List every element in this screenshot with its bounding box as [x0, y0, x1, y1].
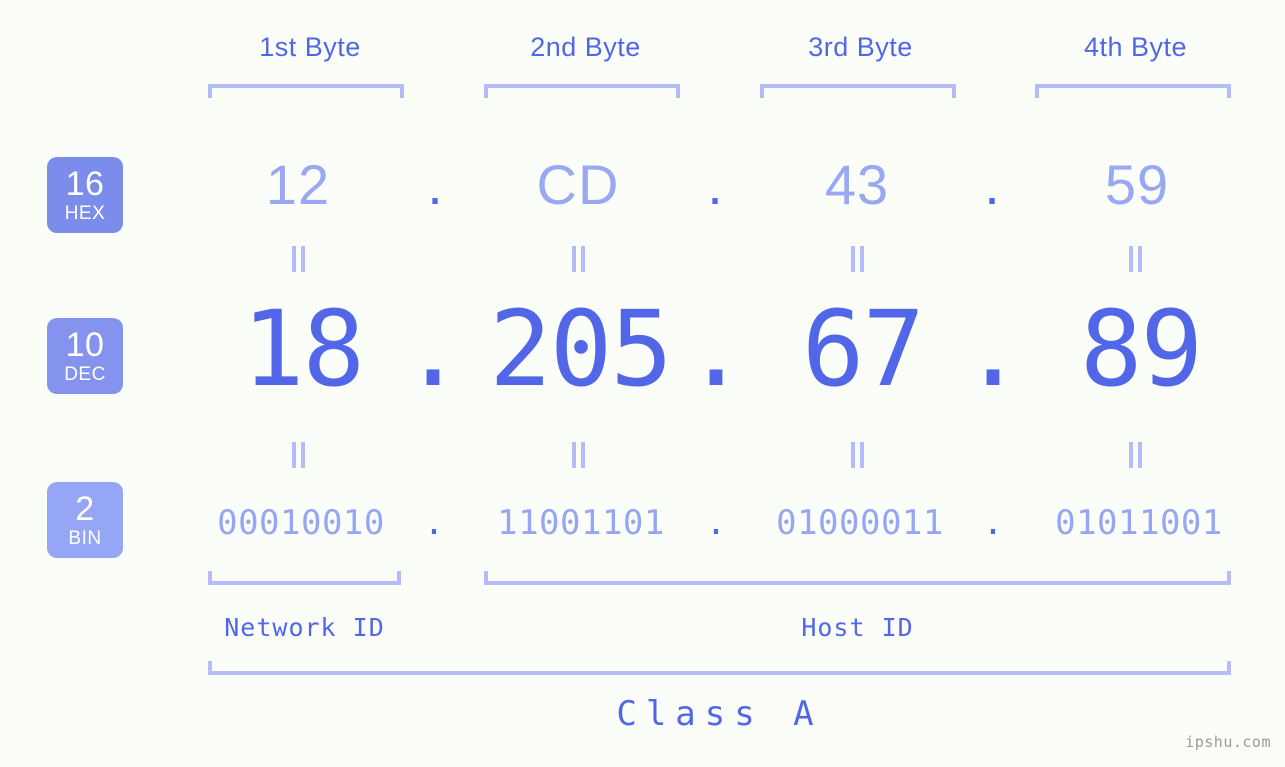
hex-octet-1: 12	[265, 153, 331, 216]
byte-bracket-4	[1035, 84, 1231, 98]
equals-icon-dec-bin-1	[291, 442, 307, 468]
dec-octet-1: 18	[241, 288, 365, 410]
radix-badge-dec-label: DEC	[64, 364, 106, 385]
dec-separator-3: .	[961, 288, 1025, 410]
host-id-bracket	[484, 571, 1231, 585]
radix-badge-hex-label: HEX	[64, 203, 106, 224]
byte-header-2: 2nd Byte	[530, 32, 641, 62]
equals-icon-hex-dec-4	[1128, 246, 1144, 272]
hex-separator-3: .	[984, 153, 1000, 216]
equals-icon-hex-dec-1	[291, 246, 307, 272]
byte-header-1: 1st Byte	[259, 32, 361, 62]
class-bracket	[208, 661, 1231, 675]
dec-octet-2: 205	[489, 288, 673, 410]
dec-separator-1: .	[401, 288, 465, 410]
hex-octet-2: CD	[536, 153, 620, 216]
hex-separator-2: .	[707, 153, 723, 216]
equals-icon-dec-bin-3	[850, 442, 866, 468]
byte-bracket-2	[484, 84, 680, 98]
radix-badge-dec: 10 DEC	[47, 318, 123, 394]
byte-bracket-1	[208, 84, 404, 98]
radix-badge-dec-number: 10	[65, 326, 105, 364]
hex-octet-4: 59	[1104, 153, 1170, 216]
site-watermark: ipshu.com	[1185, 733, 1271, 751]
equals-icon-hex-dec-3	[850, 246, 866, 272]
hex-separator-1: .	[427, 153, 443, 216]
bin-separator-1: .	[423, 503, 445, 543]
equals-icon-hex-dec-2	[571, 246, 587, 272]
network-id-bracket	[208, 571, 401, 585]
radix-badge-bin: 2 BIN	[47, 482, 123, 558]
dec-octet-4: 89	[1079, 288, 1203, 410]
bin-octet-3: 01000011	[776, 503, 944, 543]
byte-header-4: 4th Byte	[1083, 32, 1188, 62]
class-label: Class A	[616, 694, 823, 734]
bin-separator-2: .	[705, 503, 727, 543]
radix-badge-bin-label: BIN	[68, 528, 102, 549]
bin-octet-4: 01011001	[1055, 503, 1223, 543]
bin-separator-3: .	[982, 503, 1004, 543]
hex-octet-3: 43	[824, 153, 890, 216]
byte-header-3: 3rd Byte	[808, 32, 913, 62]
radix-badge-hex-number: 16	[65, 165, 105, 203]
bin-octet-1: 00010010	[217, 503, 385, 543]
bin-octet-2: 11001101	[497, 503, 665, 543]
dec-separator-2: .	[684, 288, 748, 410]
radix-badge-hex: 16 HEX	[47, 157, 123, 233]
host-id-label: Host ID	[801, 613, 914, 642]
dec-octet-3: 67	[801, 288, 925, 410]
radix-badge-bin-number: 2	[75, 490, 95, 528]
equals-icon-dec-bin-4	[1128, 442, 1144, 468]
ip-breakdown-canvas: 1st Byte 2nd Byte 3rd Byte 4th Byte 16 H…	[0, 0, 1285, 767]
network-id-label: Network ID	[224, 613, 385, 642]
byte-bracket-3	[760, 84, 956, 98]
equals-icon-dec-bin-2	[571, 442, 587, 468]
